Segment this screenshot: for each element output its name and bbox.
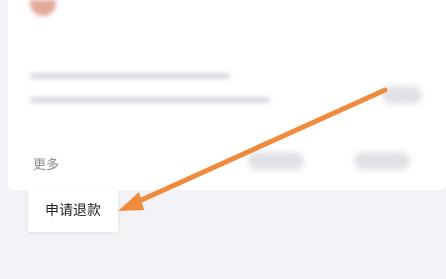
blurred-button (382, 86, 422, 104)
popup-pointer (36, 178, 52, 190)
more-button[interactable]: 更多 (33, 154, 59, 173)
apply-refund-menu-item[interactable]: 申请退款 (28, 190, 118, 232)
blurred-text (30, 97, 270, 103)
blurred-button (248, 152, 304, 170)
order-card: 更多 (8, 0, 446, 190)
blurred-text (30, 73, 230, 79)
product-thumbnail (30, 0, 56, 16)
blurred-button (354, 152, 410, 170)
more-menu-popup: 申请退款 (28, 190, 118, 232)
